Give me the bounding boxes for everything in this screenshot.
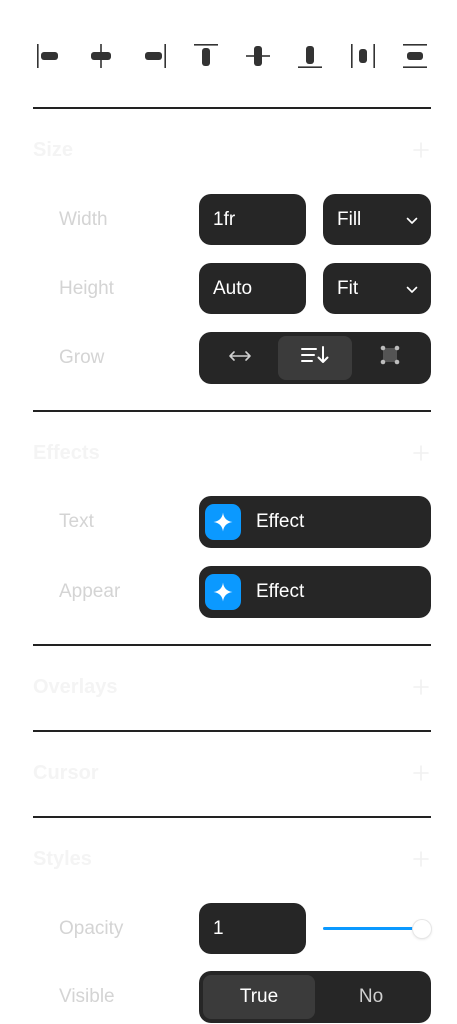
frame-corners-icon: [379, 344, 401, 372]
appear-effect-button[interactable]: Effect: [199, 566, 431, 618]
appear-effect-label: Appear: [59, 581, 121, 602]
add-cursor-plus-icon[interactable]: [409, 761, 433, 785]
visible-label: Visible: [59, 986, 115, 1007]
section-title-overlays: Overlays: [33, 676, 118, 698]
height-label: Height: [59, 278, 114, 299]
text-effect-button[interactable]: Effect: [199, 496, 431, 548]
sparkle-icon: [205, 504, 241, 540]
width-input[interactable]: 1fr: [199, 194, 306, 245]
add-effect-plus-icon[interactable]: [409, 441, 433, 465]
alignment-toolbar: [33, 36, 431, 76]
grow-option-stack[interactable]: [277, 336, 353, 380]
text-effect-label: Text: [59, 511, 94, 532]
height-input[interactable]: Auto: [199, 263, 306, 314]
align-bottom-icon[interactable]: [294, 36, 326, 76]
grow-label: Grow: [59, 347, 105, 368]
opacity-value: 1: [213, 917, 224, 939]
opacity-input[interactable]: 1: [199, 903, 306, 954]
add-size-plus-icon[interactable]: [409, 138, 433, 162]
height-mode-select[interactable]: Fit: [323, 263, 431, 314]
slider-fill: [323, 927, 422, 930]
stack-down-icon: [300, 345, 330, 371]
align-right-icon[interactable]: [138, 36, 170, 76]
height-mode-value: Fit: [337, 277, 359, 299]
divider: [33, 816, 431, 818]
align-center-horizontal-icon[interactable]: [85, 36, 117, 76]
width-mode-value: Fill: [337, 208, 362, 230]
divider: [33, 107, 431, 109]
text-effect-value: Effect: [256, 511, 305, 532]
visible-option-no[interactable]: No: [315, 975, 427, 1019]
chevron-down-icon: [406, 209, 418, 231]
width-mode-select[interactable]: Fill: [323, 194, 431, 245]
grow-option-horizontal[interactable]: [203, 336, 278, 380]
opacity-label: Opacity: [59, 918, 124, 939]
chevron-down-icon: [406, 278, 418, 300]
section-title-size: Size: [33, 139, 74, 161]
divider: [33, 730, 431, 732]
visible-option-true[interactable]: True: [203, 975, 315, 1019]
add-style-plus-icon[interactable]: [409, 847, 433, 871]
distribute-horizontal-icon[interactable]: [347, 36, 379, 76]
distribute-vertical-icon[interactable]: [399, 36, 431, 76]
divider: [33, 644, 431, 646]
section-title-effects: Effects: [33, 442, 100, 464]
add-overlay-plus-icon[interactable]: [409, 675, 433, 699]
section-title-cursor: Cursor: [33, 762, 99, 784]
slider-thumb[interactable]: [413, 920, 431, 938]
grow-option-frame[interactable]: [352, 336, 427, 380]
horizontal-arrows-icon: [228, 347, 252, 369]
align-top-icon[interactable]: [190, 36, 222, 76]
align-left-icon[interactable]: [33, 36, 65, 76]
section-title-styles: Styles: [33, 848, 92, 870]
align-center-vertical-icon[interactable]: [242, 36, 274, 76]
opacity-slider[interactable]: [323, 920, 431, 938]
width-value: 1fr: [213, 208, 236, 230]
grow-segmented-control: [199, 332, 431, 384]
divider: [33, 410, 431, 412]
height-value: Auto: [213, 277, 253, 299]
sparkle-icon: [205, 574, 241, 610]
width-label: Width: [59, 209, 108, 230]
appear-effect-value: Effect: [256, 581, 305, 602]
visible-segmented-control: True No: [199, 971, 431, 1023]
